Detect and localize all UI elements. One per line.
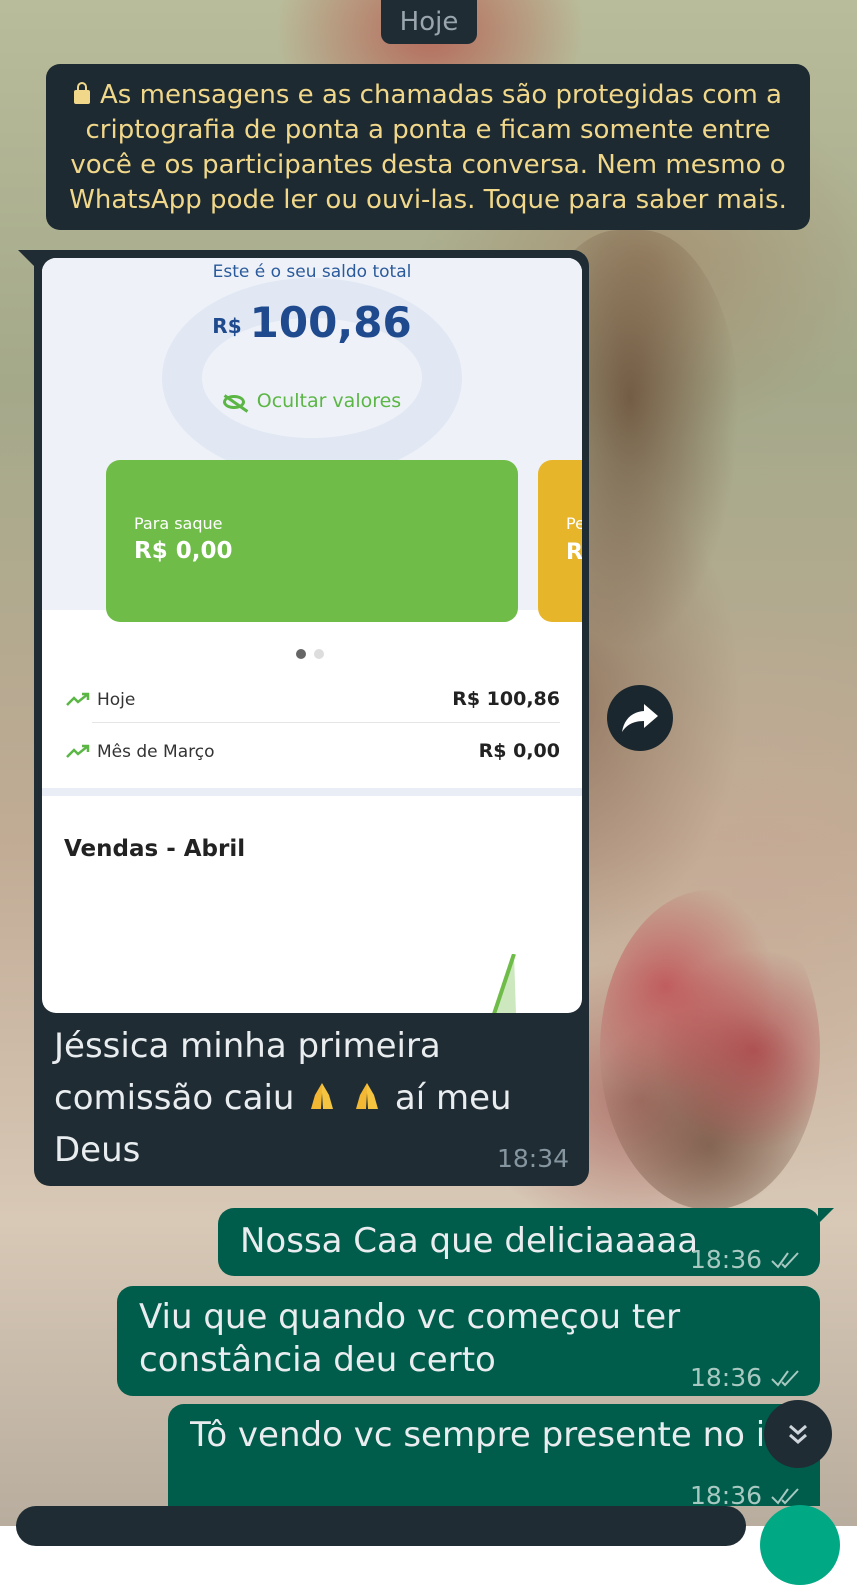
outgoing-message-text: Nossa Caa que deliciaaaaa — [240, 1221, 699, 1261]
sales-chart-line — [492, 954, 516, 1013]
today-amount: R$ 100,86 — [452, 688, 560, 710]
hide-values-label: Ocultar valores — [256, 390, 402, 412]
outgoing-message-bubble[interactable]: Tô vendo vc sempre presente no ins 18:36 — [168, 1404, 820, 1510]
lock-icon — [74, 82, 91, 104]
today-row: Hoje R$ 100,86 — [66, 682, 560, 722]
withdrawable-label: Para saque — [134, 514, 223, 533]
incoming-timestamp: 18:34 — [496, 1144, 569, 1173]
carousel-dot-active — [296, 649, 306, 659]
outgoing-timestamp: 18:36 — [689, 1363, 762, 1392]
outgoing-status: 18:36 — [690, 1356, 802, 1399]
trend-up-icon — [66, 692, 90, 706]
outgoing-timestamp: 18:36 — [689, 1245, 762, 1274]
month-row: Mês de Março R$ 0,00 — [66, 734, 560, 774]
attached-screenshot[interactable]: Este é o seu saldo total R$ 100,86 Oculta… — [42, 258, 582, 1013]
message-fragment: aí meu — [394, 1078, 512, 1118]
message-composer[interactable] — [16, 1506, 746, 1546]
encryption-notice-text: As mensagens e as chamadas são protegida… — [69, 80, 787, 215]
carousel-dot — [314, 649, 324, 659]
forward-button[interactable] — [607, 685, 673, 751]
balance-amount: 100,86 — [249, 298, 412, 347]
outgoing-message-text: Viu que quando vc começou ter constância… — [139, 1296, 680, 1382]
pending-value: R — [566, 540, 582, 565]
eye-off-icon — [222, 395, 245, 409]
scroll-to-bottom-button[interactable] — [764, 1400, 832, 1468]
double-chevron-down-icon — [789, 1424, 807, 1444]
folded-hands-icon — [356, 1083, 379, 1109]
balance-value: R$ 100,86 — [42, 298, 582, 347]
folded-hands-icon — [311, 1083, 334, 1109]
incoming-message-bubble[interactable]: Este é o seu saldo total R$ 100,86 Oculta… — [18, 250, 589, 1186]
withdrawable-card: Para saque R$ 0,00 — [106, 460, 518, 622]
message-line: constância deu certo — [139, 1340, 496, 1380]
mic-button[interactable] — [760, 1505, 840, 1585]
month-label: Mês de Março — [97, 742, 215, 762]
withdrawable-value: R$ 0,00 — [134, 538, 233, 564]
bubble-tail — [818, 1208, 834, 1224]
month-amount: R$ 0,00 — [478, 740, 560, 762]
outgoing-status: 18:36 — [690, 1238, 802, 1281]
today-label: Hoje — [97, 690, 136, 710]
outgoing-message-bubble[interactable]: Nossa Caa que deliciaaaaa 18:36 — [218, 1208, 834, 1276]
message-line: comissão caiu aí meu — [54, 1072, 574, 1124]
encryption-notice[interactable]: As mensagens e as chamadas são protegida… — [46, 64, 810, 230]
divider — [92, 722, 560, 723]
hide-values-link: Ocultar valores — [42, 390, 582, 412]
wallpaper-flowers — [600, 890, 820, 1210]
pending-card: Pe R — [538, 460, 582, 622]
outgoing-message-bubble[interactable]: Viu que quando vc começou ter constância… — [117, 1286, 820, 1396]
forward-icon — [622, 704, 658, 732]
pending-label: Pe — [566, 514, 582, 533]
outgoing-message-text: Tô vendo vc sempre presente no ins — [190, 1415, 770, 1455]
currency-symbol: R$ — [212, 314, 242, 338]
double-check-icon — [771, 1369, 799, 1387]
carousel-dots — [296, 644, 332, 663]
trend-up-icon — [66, 744, 90, 758]
double-check-icon — [771, 1251, 799, 1269]
message-line: Jéssica minha primeira — [54, 1026, 441, 1066]
message-fragment: comissão caiu — [54, 1078, 295, 1118]
date-chip: Hoje — [381, 0, 477, 44]
section-separator — [42, 788, 582, 796]
double-check-icon — [771, 1487, 799, 1505]
sales-chart-title: Vendas - Abril — [64, 836, 246, 862]
balance-label: Este é o seu saldo total — [212, 262, 412, 282]
message-line: Viu que quando vc começou ter — [139, 1297, 681, 1337]
